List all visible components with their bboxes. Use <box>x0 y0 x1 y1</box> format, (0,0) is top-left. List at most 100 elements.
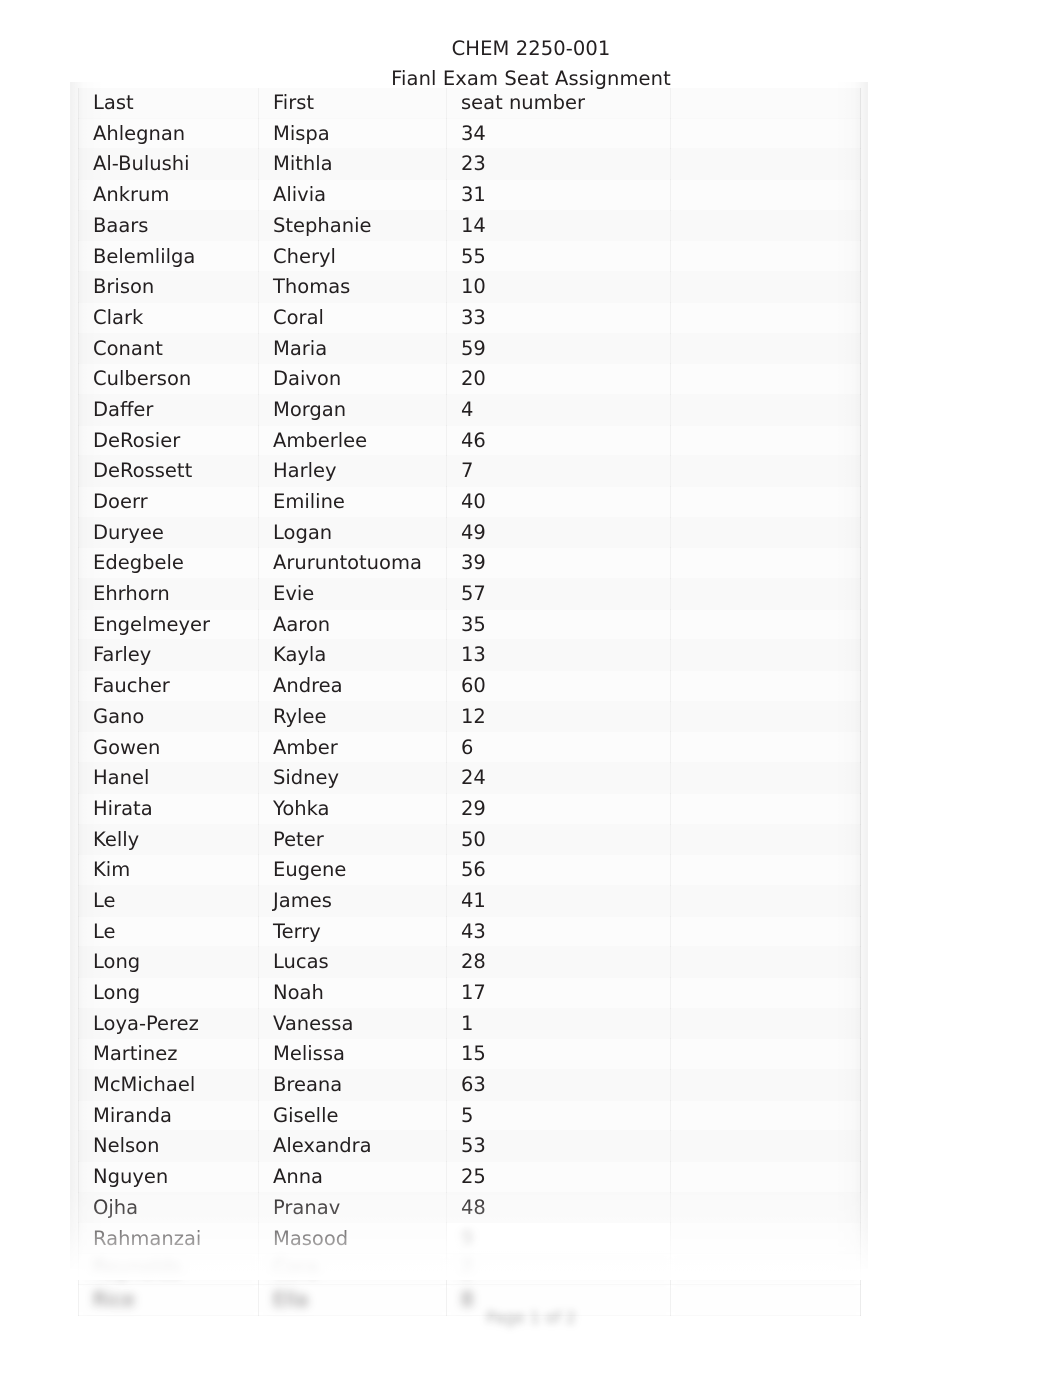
document-page: CHEM 2250-001 Fianl Exam Seat Assignment… <box>0 0 1062 1377</box>
cell-first-name: Giselle <box>258 1100 447 1131</box>
table-row: Nelson Alexandra 53 <box>78 1130 861 1162</box>
cell-first-name: Mithla <box>258 148 447 180</box>
cell-blank <box>670 762 861 794</box>
table-row-obscured: Reynolds Cora 2 <box>79 1253 861 1285</box>
cell-seat-number: 40 <box>446 486 671 518</box>
cell-blank <box>670 1038 861 1070</box>
table-row-obscured: Rice Ella 8 <box>79 1284 861 1315</box>
cell-blank <box>670 824 861 855</box>
table-row: DeRosier Amberlee 46 <box>78 425 861 456</box>
cell-seat-number: 48 <box>446 1192 671 1223</box>
cell-seat-number: 10 <box>446 271 671 303</box>
table-row: McMichael Breana 63 <box>78 1069 861 1101</box>
table-row: Rahmanzai Masood 9 <box>78 1222 861 1254</box>
cell-last-name: Baars <box>78 210 259 241</box>
column-header-last: Last <box>78 88 259 119</box>
cell-first-name: Ella <box>259 1284 447 1315</box>
cell-first-name: Noah <box>258 977 447 1009</box>
table-row: DeRossett Harley 7 <box>78 455 861 487</box>
table-row: Martinez Melissa 15 <box>78 1038 861 1070</box>
cell-first-name: Masood <box>258 1222 447 1254</box>
cell-first-name: Amber <box>258 731 447 763</box>
table-row: Faucher Andrea 60 <box>78 670 861 702</box>
table-row: Ankrum Alivia 31 <box>78 179 861 211</box>
cell-blank <box>670 1222 861 1254</box>
cell-first-name: Alivia <box>258 179 447 211</box>
cell-seat-number: 43 <box>446 916 671 947</box>
cell-seat-number: 2 <box>447 1254 671 1285</box>
table-row: Brison Thomas 10 <box>78 271 861 303</box>
cell-blank <box>670 854 861 886</box>
cell-last-name: Belemlilga <box>78 240 259 272</box>
cell-blank <box>670 1253 861 1285</box>
cell-seat-number: 5 <box>446 1100 671 1131</box>
column-header-first: First <box>258 88 447 119</box>
cell-last-name: Hanel <box>78 762 259 794</box>
cell-seat-number: 4 <box>446 394 671 426</box>
cell-first-name: Breana <box>258 1069 447 1101</box>
column-header-blank <box>670 88 861 119</box>
cell-first-name: Aruruntotuoma <box>258 547 447 579</box>
cell-first-name: Peter <box>258 824 447 855</box>
cell-first-name: Kayla <box>258 639 447 671</box>
cell-seat-number: 59 <box>446 333 671 364</box>
cell-seat-number: 8 <box>447 1284 671 1315</box>
table-row: Baars Stephanie 14 <box>78 210 861 241</box>
table-row: Nguyen Anna 25 <box>78 1161 861 1193</box>
cell-first-name: Pranav <box>258 1192 447 1223</box>
table-row: Kim Eugene 56 <box>78 854 861 886</box>
cell-blank <box>670 977 861 1009</box>
cell-last-name: Engelmeyer <box>78 609 259 640</box>
cell-first-name: Harley <box>258 455 447 487</box>
table-body: Ahlegnan Mispa 34 Al-Bulushi Mithla 23 Ankrum A… <box>78 118 861 1315</box>
cell-blank <box>670 639 861 671</box>
cell-last-name: DeRossett <box>78 455 259 487</box>
table-row: Gowen Amber 6 <box>78 731 861 763</box>
cell-seat-number: 29 <box>446 793 671 824</box>
cell-last-name: Ahlegnan <box>78 118 259 149</box>
cell-first-name: Eugene <box>258 854 447 886</box>
cell-seat-number: 39 <box>446 547 671 579</box>
table-row: Culberson Daivon 20 <box>78 363 861 395</box>
cell-last-name: Daffer <box>78 394 259 426</box>
table-row: Clark Coral 33 <box>78 302 861 333</box>
cell-first-name: Alexandra <box>258 1130 447 1162</box>
table-row: Duryee Logan 49 <box>78 517 861 548</box>
cell-seat-number: 56 <box>446 854 671 886</box>
cell-blank <box>670 455 861 487</box>
table-header: Last First seat number <box>78 88 861 119</box>
table-row: Hanel Sidney 24 <box>78 762 861 794</box>
cell-seat-number: 12 <box>446 701 671 732</box>
cell-blank <box>670 670 861 702</box>
cell-first-name: Rylee <box>258 701 447 732</box>
cell-last-name: Loya-Perez <box>78 1008 259 1039</box>
cell-seat-number: 28 <box>446 946 671 978</box>
cell-first-name: Maria <box>258 333 447 364</box>
cell-last-name: Nguyen <box>78 1161 259 1193</box>
cell-blank <box>670 885 861 917</box>
cell-last-name: Brison <box>78 271 259 303</box>
cell-blank <box>670 210 861 241</box>
cell-last-name: Ankrum <box>78 179 259 211</box>
cell-blank <box>670 916 861 947</box>
table-row: Conant Maria 59 <box>78 333 861 364</box>
table-row: Ahlegnan Mispa 34 <box>78 118 861 149</box>
cell-blank <box>670 179 861 211</box>
cell-seat-number: 35 <box>446 609 671 640</box>
cell-blank <box>670 333 861 364</box>
cell-seat-number: 25 <box>446 1161 671 1193</box>
page-title-course: CHEM 2250-001 <box>451 37 611 60</box>
cell-blank <box>670 302 861 333</box>
cell-blank <box>670 609 861 640</box>
cell-blank <box>670 425 861 456</box>
cell-first-name: Aaron <box>258 609 447 640</box>
cell-blank <box>670 394 861 426</box>
cell-first-name: Terry <box>258 916 447 947</box>
column-header-seat-number: seat number <box>446 88 671 119</box>
cell-first-name: Thomas <box>258 271 447 303</box>
table-row: Daffer Morgan 4 <box>78 394 861 426</box>
cell-seat-number: 24 <box>446 762 671 794</box>
cell-first-name: Morgan <box>258 394 447 426</box>
cell-blank <box>670 363 861 395</box>
cell-seat-number: 63 <box>446 1069 671 1101</box>
